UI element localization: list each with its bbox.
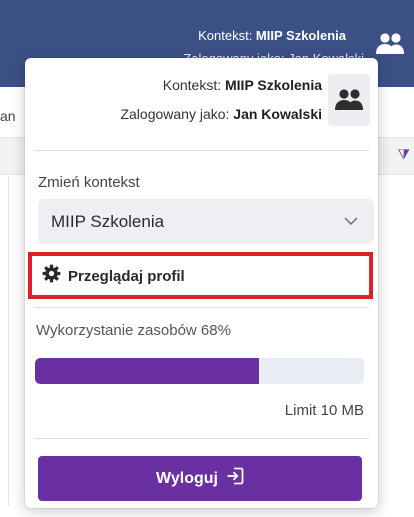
panel-user-name: Jan Kowalski <box>233 106 322 122</box>
topbar-context: Kontekst: MIIP Szkolenia <box>198 28 346 43</box>
logout-label: Wyloguj <box>156 469 218 487</box>
view-profile-button[interactable]: Przeglądaj profil <box>33 257 369 295</box>
page-divider <box>8 176 9 506</box>
storage-usage-label: Wykorzystanie zasobów 68% <box>36 322 231 339</box>
panel-user: Zalogowany jako: Jan Kowalski <box>120 106 322 122</box>
divider <box>34 307 369 308</box>
storage-limit-label: Limit 10 MB <box>284 402 364 419</box>
storage-progress-fill <box>35 358 259 384</box>
page-filter-glyph: ⧩ <box>397 146 411 162</box>
topbar-context-value: MIIP Szkolenia <box>255 28 346 43</box>
panel-avatar <box>328 74 370 126</box>
panel-context-value: MIIP Szkolenia <box>225 77 322 93</box>
context-select-value: MIIP Szkolenia <box>51 211 165 231</box>
logout-button[interactable]: Wyloguj <box>38 456 362 501</box>
panel-context-prefix: Kontekst: <box>162 77 225 93</box>
divider <box>34 150 369 151</box>
users-icon <box>376 33 404 54</box>
context-select[interactable]: MIIP Szkolenia <box>38 199 374 244</box>
storage-progress-bar <box>35 358 364 384</box>
user-dropdown-panel: Kontekst: MIIP Szkolenia Zalogowany jako… <box>25 58 378 508</box>
gear-icon <box>42 264 61 288</box>
panel-user-prefix: Zalogowany jako: <box>120 106 234 122</box>
chevron-down-icon <box>344 217 358 226</box>
change-context-label: Zmień kontekst <box>38 174 140 191</box>
panel-context: Kontekst: MIIP Szkolenia <box>163 77 322 93</box>
page-text-fragment: an <box>0 108 16 124</box>
topbar-context-prefix: Kontekst: <box>198 28 256 43</box>
app-root: Kontekst: MIIP Szkolenia Zalogowany jako… <box>0 0 414 517</box>
users-icon <box>335 89 363 110</box>
logout-icon <box>226 467 244 490</box>
divider <box>34 438 369 439</box>
view-profile-label: Przeglądaj profil <box>68 267 185 285</box>
